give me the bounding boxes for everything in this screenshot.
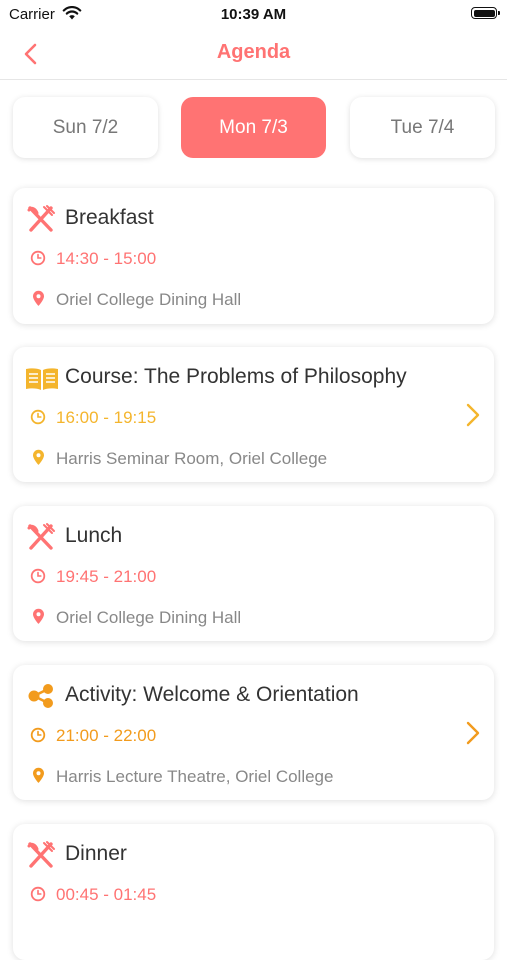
event-title: Dinner (65, 842, 127, 865)
fork-knife-icon (27, 523, 55, 550)
status-time: 10:39 AM (220, 6, 287, 23)
event-card-activity[interactable]: Activity: Welcome & Orientation 21:00 - … (13, 665, 494, 800)
book-icon (26, 368, 58, 390)
event-location: Harris Lecture Theatre, Oriel College (56, 767, 334, 786)
clock-icon (30, 409, 46, 425)
event-time: 19:45 - 21:00 (56, 567, 157, 586)
event-card-breakfast[interactable]: Breakfast 14:30 - 15:00 Oriel College Di… (13, 188, 494, 324)
event-title: Course: The Problems of Philosophy (65, 365, 407, 388)
chevron-right-icon[interactable] (466, 403, 480, 427)
location-pin-icon (33, 290, 44, 306)
status-bar: Carrier 10:39 AM (0, 0, 507, 30)
location-pin-icon (33, 767, 44, 783)
event-card-lunch[interactable]: Lunch 19:45 - 21:00 Oriel College Dining… (13, 506, 494, 641)
event-title: Breakfast (65, 206, 154, 229)
event-card-dinner[interactable]: Dinner 00:45 - 01:45 (13, 824, 494, 960)
location-pin-icon (33, 449, 44, 465)
event-title: Activity: Welcome & Orientation (65, 683, 359, 706)
clock-icon (30, 250, 46, 266)
fork-knife-icon (27, 841, 55, 868)
battery-icon (471, 7, 500, 19)
clock-icon (30, 568, 46, 584)
clock-icon (30, 727, 46, 743)
nav-bar: Agenda (0, 30, 507, 80)
event-card-course[interactable]: Course: The Problems of Philosophy 16:00… (13, 347, 494, 482)
event-title: Lunch (65, 524, 123, 547)
event-location: Harris Seminar Room, Oriel College (56, 449, 328, 468)
event-time: 21:00 - 22:00 (56, 726, 157, 745)
chevron-right-icon[interactable] (466, 721, 480, 745)
event-location: Oriel College Dining Hall (56, 290, 242, 309)
fork-knife-icon (27, 205, 55, 232)
event-time: 16:00 - 19:15 (56, 408, 157, 427)
page-title: Agenda (216, 41, 291, 63)
event-location: Oriel College Dining Hall (56, 608, 242, 627)
day-tab-mon[interactable]: Mon 7/3 (181, 97, 326, 158)
event-time: 00:45 - 01:45 (56, 885, 157, 904)
share-nodes-icon (28, 684, 53, 708)
day-tab-tue[interactable]: Tue 7/4 (350, 97, 495, 158)
location-pin-icon (33, 608, 44, 624)
day-tab-sun[interactable]: Sun 7/2 (13, 97, 158, 158)
event-time: 14:30 - 15:00 (56, 249, 157, 268)
